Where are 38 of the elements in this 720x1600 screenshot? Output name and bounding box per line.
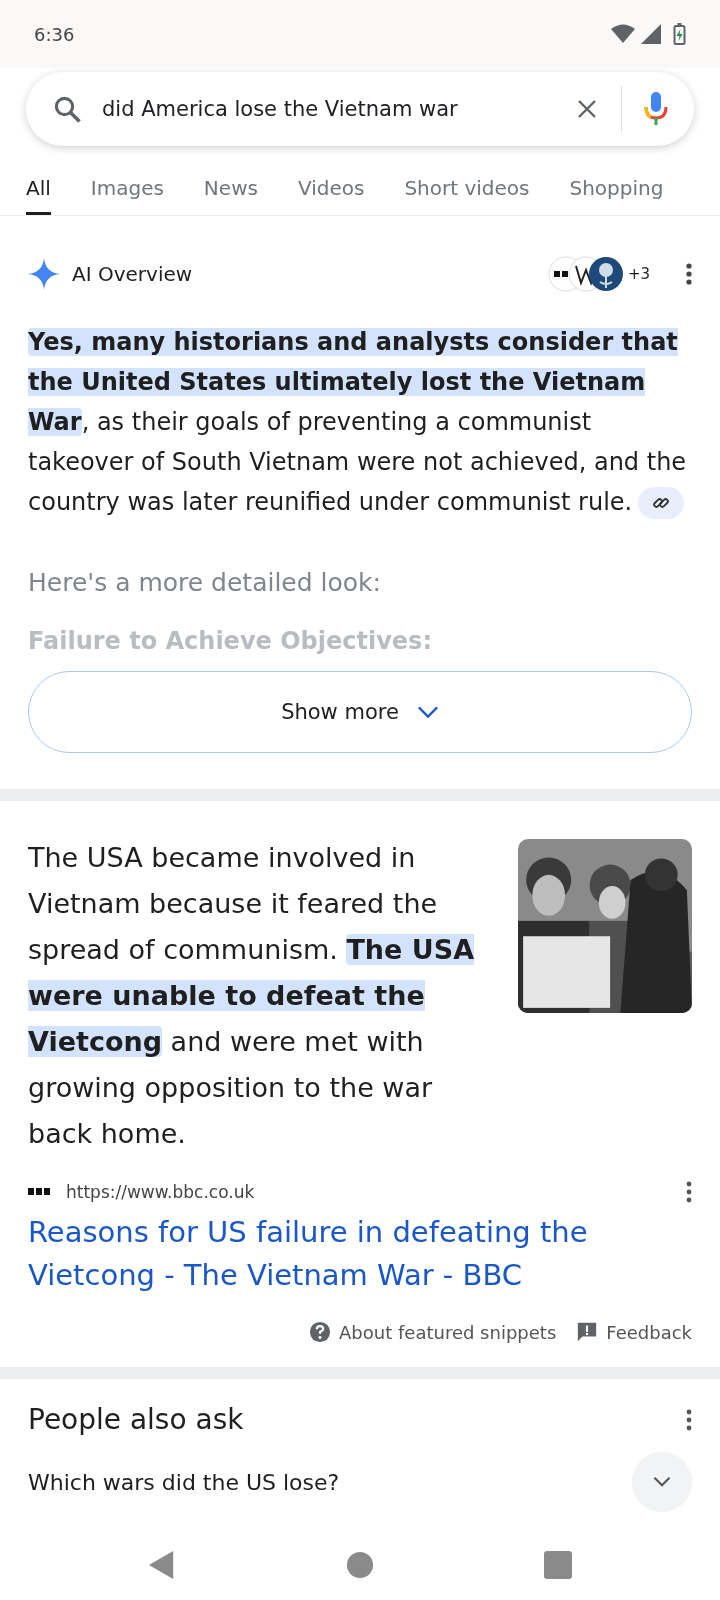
chevron-down-icon — [416, 705, 439, 719]
back-icon[interactable] — [148, 1551, 176, 1579]
snippet-text: The USA became involved in Vietnam because it feared the spread of communism. The USA were unable to defeat the Vietcong and were met with growing opposition to the war back home. — [28, 841, 476, 1151]
status-time: 6:36 — [34, 23, 75, 45]
result-url: https://www.bbc.co.uk — [66, 1182, 256, 1202]
search-icon[interactable] — [52, 94, 82, 124]
search-tab[interactable]: Videos — [297, 176, 365, 215]
sparkle-icon — [28, 258, 60, 290]
more-options-icon[interactable] — [686, 1181, 692, 1203]
chevron-down-icon — [652, 1476, 672, 1488]
show-more-button[interactable]: Show more — [28, 671, 692, 753]
more-options-icon[interactable] — [686, 263, 692, 285]
link-button[interactable] — [638, 487, 685, 519]
search-tab[interactable]: Images — [90, 176, 164, 215]
microphone-icon[interactable] — [644, 92, 668, 126]
help-icon — [309, 1321, 332, 1343]
home-icon[interactable] — [346, 1551, 374, 1579]
question-item[interactable]: Which wars did the US lose? — [28, 1469, 340, 1495]
section-subheading: Here's a more detailed look: — [28, 568, 382, 597]
section-title: AI Overview — [72, 262, 194, 286]
search-field[interactable]: did America lose the Vietnam war — [102, 97, 553, 121]
about-link[interactable]: About featured snippets — [309, 1321, 557, 1343]
faded-heading: Failure to Achieve Objectives: — [28, 627, 433, 655]
search-tab[interactable]: Short videos — [404, 176, 530, 215]
search-tab[interactable]: News — [203, 176, 258, 215]
source-icons[interactable] — [547, 256, 624, 292]
search-tab[interactable]: Shopping — [569, 176, 664, 215]
section-title: People also ask — [28, 1403, 244, 1436]
battery-icon — [673, 23, 686, 45]
feedback-link[interactable]: Feedback — [576, 1321, 692, 1343]
site-icon — [28, 1188, 52, 1196]
feedback-icon — [576, 1321, 599, 1343]
wifi-icon — [611, 24, 635, 44]
search-tab[interactable]: All — [26, 176, 51, 215]
more-options-icon[interactable] — [686, 1408, 692, 1431]
signal-icon — [641, 24, 661, 44]
source-count[interactable]: +3 — [627, 265, 650, 283]
result-link[interactable]: Reasons for US failure in defeating the Vietcong - The Vietnam War - BBC — [28, 1211, 692, 1297]
